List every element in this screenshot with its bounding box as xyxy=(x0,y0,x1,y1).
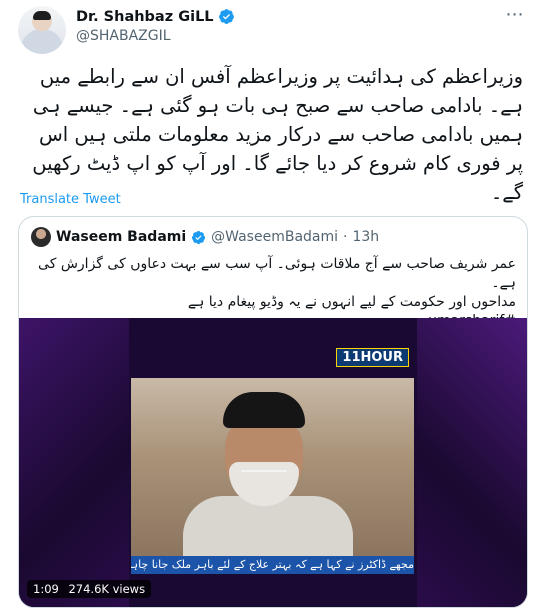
video-oxygen-tube xyxy=(241,470,287,472)
quoted-author-avatar xyxy=(31,227,51,247)
tweet: Dr. Shahbaz GiLL @SHABAZGIL ⋯ وزیراعظم ک… xyxy=(0,0,541,612)
video-view-count: 274.6K views xyxy=(68,582,146,596)
news-ticker: مجھے ڈاکٹرز نے کہا ہے کہ بہتر علاج کے لئ… xyxy=(131,556,414,574)
quoted-text-line-1: عمر شریف صاحب سے آج ملاقات ہوئی۔ آپ سب س… xyxy=(38,256,516,291)
quoted-author-handle: @WaseemBadami xyxy=(211,229,339,245)
author-info: Dr. Shahbaz GiLL @SHABAZGIL xyxy=(76,8,235,44)
quoted-timestamp: 13h xyxy=(352,229,380,245)
verified-badge-icon xyxy=(192,230,206,244)
video-duration: 1:09 xyxy=(33,582,59,596)
more-options-icon[interactable]: ⋯ xyxy=(503,6,527,28)
video-person-cap xyxy=(223,392,305,428)
video-background-right xyxy=(417,318,527,607)
tweet-text: وزیراعظم کی ہدائیت پر وزیراعظم آفس ان سے… xyxy=(32,65,523,204)
author-name-row: Dr. Shahbaz GiLL xyxy=(76,8,235,25)
video-frame xyxy=(131,378,414,556)
video-player[interactable]: 11HOUR مجھے ڈاکٹرز نے کہا ہے کہ بہتر علا… xyxy=(19,318,527,607)
quoted-author-name: Waseem Badami xyxy=(56,229,187,245)
quoted-separator: · xyxy=(343,229,348,245)
channel-logo: 11HOUR xyxy=(336,348,409,367)
author-handle[interactable]: @SHABAZGIL xyxy=(76,28,235,44)
author-display-name[interactable]: Dr. Shahbaz GiLL xyxy=(76,9,214,25)
quoted-tweet[interactable]: Waseem Badami @WaseemBadami · 13h عمر شر… xyxy=(18,216,528,608)
translate-tweet-link[interactable]: Translate Tweet xyxy=(20,192,121,207)
quoted-text-line-2: مداحوں اور حکومت کے لیے انہوں نے یہ وڈیو… xyxy=(187,294,516,310)
video-background-left xyxy=(19,318,129,607)
video-stats-badge: 1:09 274.6K views xyxy=(27,580,152,598)
author-avatar[interactable] xyxy=(18,6,66,54)
verified-badge-icon xyxy=(218,9,234,24)
avatar-hair-shape xyxy=(33,11,51,20)
quoted-tweet-header: Waseem Badami @WaseemBadami · 13h xyxy=(31,227,379,247)
